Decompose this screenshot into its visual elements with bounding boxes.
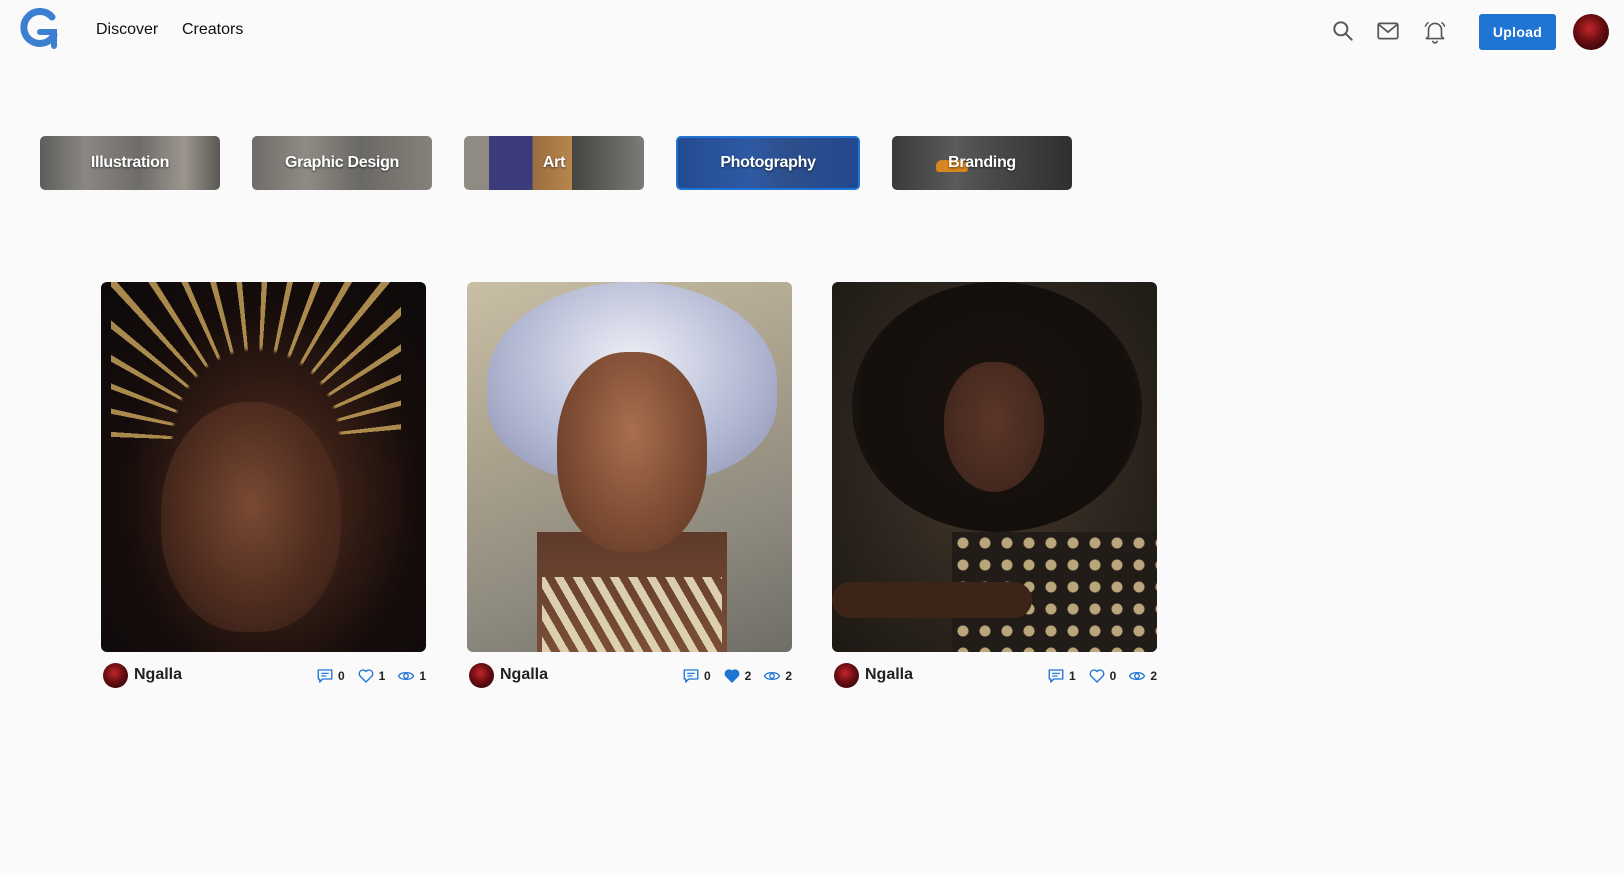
logo-icon[interactable] [18, 8, 62, 50]
nav-discover-link[interactable]: Discover [96, 21, 158, 39]
search-icon[interactable] [1330, 18, 1356, 44]
heart-filled-icon [724, 669, 740, 683]
category-graphic-design[interactable]: Graphic Design [252, 136, 432, 190]
upload-button[interactable]: Upload [1479, 14, 1556, 50]
likes-count: 1 [378, 669, 386, 683]
card-footer: Ngalla 1 0 2 [832, 658, 1157, 694]
heart-icon [1089, 669, 1105, 683]
comments-stat[interactable]: 0 [316, 667, 345, 685]
card-footer: Ngalla 0 1 1 [101, 658, 426, 694]
card-footer: Ngalla 0 2 2 [467, 658, 792, 694]
comment-icon [317, 669, 333, 683]
image-detail [944, 362, 1044, 492]
likes-count: 2 [744, 669, 752, 683]
views-stat: 2 [763, 667, 792, 685]
shot-image[interactable] [832, 282, 1157, 652]
card-stats: 0 1 1 [304, 667, 426, 685]
likes-stat[interactable]: 1 [357, 667, 386, 685]
views-count: 2 [785, 669, 792, 683]
category-illustration[interactable]: Illustration [40, 136, 220, 190]
top-header: Discover Creators Upload [0, 0, 1624, 62]
shot-card[interactable]: Ngalla 0 2 2 [467, 282, 792, 694]
author-avatar[interactable] [834, 663, 859, 688]
author-name[interactable]: Ngalla [134, 666, 182, 684]
comments-count: 1 [1068, 669, 1076, 683]
comment-icon [683, 669, 699, 683]
nav-creators-link[interactable]: Creators [182, 21, 243, 39]
shot-card[interactable]: Ngalla 1 0 2 [832, 282, 1157, 694]
comments-stat[interactable]: 1 [1047, 667, 1076, 685]
views-stat: 1 [397, 667, 426, 685]
comments-stat[interactable]: 0 [682, 667, 711, 685]
image-detail [161, 402, 341, 632]
eye-icon [764, 671, 781, 681]
user-avatar[interactable] [1573, 14, 1609, 50]
category-label: Photography [720, 154, 816, 171]
shot-card[interactable]: Ngalla 0 1 1 [101, 282, 426, 694]
card-stats: 0 2 2 [670, 667, 792, 685]
comments-count: 0 [337, 669, 345, 683]
mail-icon[interactable] [1375, 18, 1401, 44]
image-detail [832, 582, 1032, 618]
comment-icon [1048, 669, 1064, 683]
author-name[interactable]: Ngalla [865, 666, 913, 684]
category-art[interactable]: Art [464, 136, 644, 190]
views-count: 1 [419, 669, 426, 683]
category-label: Branding [948, 154, 1016, 171]
likes-count: 0 [1109, 669, 1117, 683]
eye-icon [398, 671, 415, 681]
eye-icon [1129, 671, 1146, 681]
author-avatar[interactable] [469, 663, 494, 688]
shot-image[interactable] [467, 282, 792, 652]
bell-icon[interactable] [1422, 18, 1448, 44]
likes-stat[interactable]: 2 [723, 667, 752, 685]
author-name[interactable]: Ngalla [500, 666, 548, 684]
image-detail [557, 352, 707, 552]
category-label: Illustration [90, 154, 170, 171]
category-photography[interactable]: Photography [676, 136, 860, 190]
author-avatar[interactable] [103, 663, 128, 688]
comments-count: 0 [703, 669, 711, 683]
likes-stat[interactable]: 0 [1088, 667, 1117, 685]
views-stat: 2 [1128, 667, 1157, 685]
category-label: Graphic Design [284, 154, 400, 171]
views-count: 2 [1150, 669, 1157, 683]
image-detail [542, 577, 722, 652]
heart-icon [358, 669, 374, 683]
category-branding[interactable]: Branding [892, 136, 1072, 190]
card-stats: 1 0 2 [1035, 667, 1157, 685]
shot-image[interactable] [101, 282, 426, 652]
category-label: Art [542, 154, 566, 171]
